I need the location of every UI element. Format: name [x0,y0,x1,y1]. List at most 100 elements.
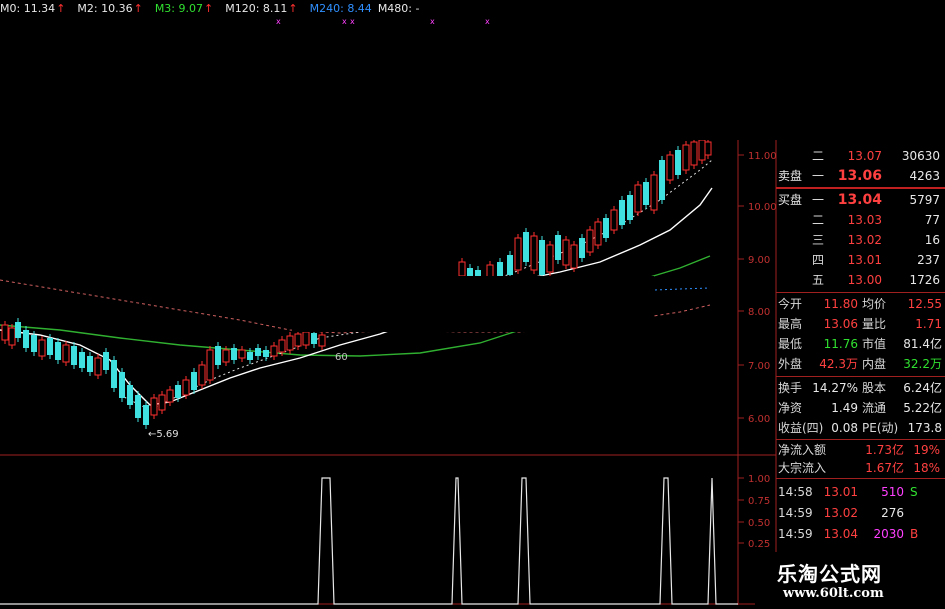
candle-body-down [263,350,269,357]
tick-row: 14:59 13.04 2030 B [776,524,945,544]
bid-level-label: 五 [812,273,825,287]
candle-body-down [555,235,561,260]
candle-body-up [302,331,310,346]
tick-time: 14:58 [778,485,813,499]
ma-legend-item: M120: 8.11↑ [225,2,298,15]
stat-row: 收益(四) 0.08 PE(动) 173.8 [776,418,945,438]
candle-body-down [79,352,85,368]
candle-body-down [215,346,221,365]
tick-flag: B [910,527,919,541]
tick-volume: 2030 [873,527,904,541]
candle-body-up [634,184,642,213]
candle-body-down [627,195,633,220]
candle-body-down [143,405,149,425]
ma-legend-item: M2: 10.36↑ [77,2,143,15]
tick-volume: 510 [881,485,904,499]
bid-level-label: 二 [812,213,825,227]
candle-body-up [318,334,326,347]
y-tick-label: 11.00 [748,151,777,162]
signal-marker: x [485,17,490,26]
bid-volume: 77 [924,213,940,227]
candle-body-up [238,349,246,359]
tick-volume: 276 [881,506,904,520]
bid-price: 13.04 [837,192,882,208]
stat-row: 换手 14.27% 股本 6.24亿 [776,378,945,398]
bid-price: 13.01 [847,253,882,267]
candle-body-down [15,322,21,338]
candle-body-up [514,237,522,271]
candle-body-up [278,339,286,353]
candle-body-down [507,255,513,275]
candle-body-up [94,357,102,376]
signal-marker: x [430,17,435,26]
candle-body-down [191,372,197,390]
bid-level-label: 三 [812,233,825,247]
candle-body-down [111,360,117,388]
candle-body-up [1,324,9,341]
up-arrow-icon: ↑ [133,2,143,15]
candle-body-down [103,352,109,370]
y-tick-label: 6.00 [748,414,770,425]
stat-label: 换手 [778,381,803,395]
bid-row: 四 13.01 237 [776,250,945,270]
flow-pct: 18% [913,461,940,475]
candle-body-up [158,394,166,411]
bid-price: 13.02 [847,233,882,247]
signal-marker: x [350,17,355,26]
y-tick-label: 10.00 [748,202,777,213]
candle-body-up [294,333,302,347]
stat-label: 股本 [862,381,887,395]
redaction-box-middle [292,276,654,332]
up-arrow-icon: ↑ [204,2,214,15]
candle-body-down [47,338,53,355]
y-tick-label: 7.00 [748,361,770,372]
up-arrow-icon: ↑ [288,2,298,15]
lower-tick-label: 0.75 [748,496,770,507]
stat-value: 11.76 [823,337,858,351]
candle-body-up [698,139,706,161]
candle-body-up [530,235,538,271]
ask-price: 13.06 [837,168,882,184]
candle-body-up [458,261,466,277]
watermark-url: www.60lt.com [783,586,884,601]
stat-label: 最高 [778,317,803,331]
candle-body-down [311,333,317,344]
flow-label: 大宗流入 [778,461,827,475]
flow-row: 大宗流入 1.67亿 18% [776,458,945,478]
candle-body-up [182,379,190,396]
stat-row: 最低 11.76 市值 81.4亿 [776,334,945,354]
indicator-line [0,477,738,605]
stat-row: 最高 13.06 量比 1.71 [776,314,945,334]
stat-label: 量比 [862,317,887,331]
stat-label: 外盘 [778,357,803,371]
candle-body-up [222,349,230,363]
bid-volume: 237 [917,253,940,267]
candle-body-down [175,385,181,398]
candle-body-up [682,144,690,171]
stat-row: 外盘 42.3万 内盘 32.2万 [776,354,945,374]
buy-label: 买盘 [778,193,803,207]
stat-value: 0.08 [831,421,858,435]
candle-body-down [247,352,253,360]
flow-row: 净流入额 1.73亿 19% [776,440,945,460]
candle-body-down [23,330,29,348]
ask-volume: 30630 [901,149,940,163]
stat-label: 流通 [862,401,887,415]
ma-legend-item: M480: - [377,2,420,15]
stat-value: 81.4亿 [903,337,942,351]
ma-legend-item: M3: 9.07↑ [154,2,214,15]
candle-body-down [55,342,61,360]
divider [776,292,945,293]
bid-row: 买盘一 13.04 5797 [776,190,945,210]
candle-body-up [270,345,278,357]
candle-body-down [119,372,125,398]
ma-legend-item: M0: 11.34↑ [0,2,66,15]
stat-value: 11.80 [823,297,858,311]
tick-flag: S [910,485,918,499]
tick-row: 14:58 13.01 510 S [776,482,945,502]
stat-value: 5.22亿 [903,401,942,415]
bid-row: 二 13.03 77 [776,210,945,230]
stat-label: 均价 [862,297,887,311]
stat-value: 42.3万 [819,357,858,371]
candle-body-up [666,154,674,181]
